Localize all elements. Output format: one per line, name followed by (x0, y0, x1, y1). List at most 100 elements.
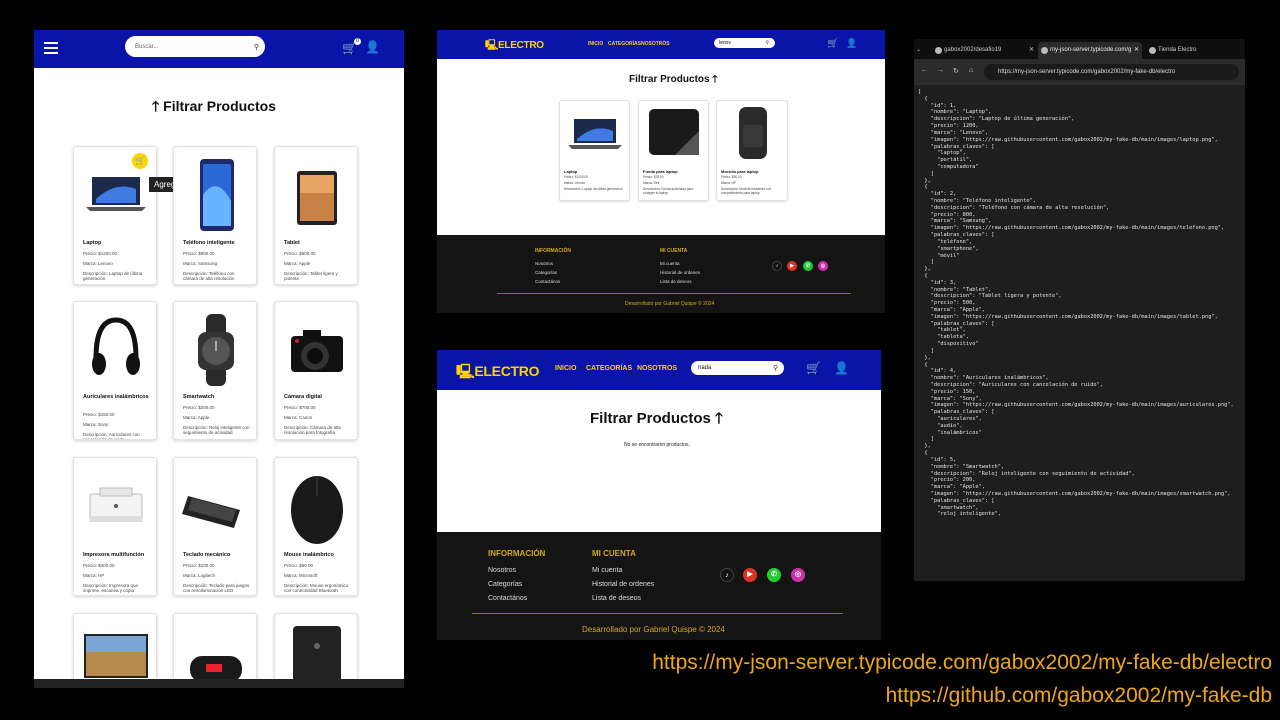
home-icon[interactable]: ⌂ (969, 67, 973, 74)
logo-icon: 🖳 (456, 363, 475, 379)
product-price: Precio: $500.00 (284, 251, 316, 256)
desktop-no-results-screenshot: 🖳ELECTRO INICIO CATEGORÍAS NOSOTROS nada… (437, 350, 881, 640)
nav-link-categorias[interactable]: CATEGORÍAS (608, 41, 641, 47)
footer-link-contactanos[interactable]: Contactános (488, 595, 527, 602)
product-price: Precio: $50.00 (721, 175, 742, 179)
search-input[interactable]: Buscar... ⚲ (125, 36, 265, 57)
search-icon[interactable]: ⚲ (773, 364, 778, 372)
product-card: 🛒 Laptop Precio: $1200.00 Marca: Lenovo … (73, 146, 157, 285)
backpack-image (739, 107, 767, 159)
search-value: lenov (719, 40, 731, 46)
github-repo-link[interactable]: https://github.com/gabox2002/my-fake-db (886, 684, 1272, 708)
footer-divider (497, 293, 851, 294)
product-description: Descripción: Impresora que imprime, esca… (83, 583, 139, 593)
footer-link-categorias[interactable]: Categorías (488, 581, 522, 588)
filter-products-title[interactable]: Filtrar Productos 🡑 (629, 72, 718, 89)
product-card: Mochila para laptop Precio: $50.00 Marca… (716, 100, 788, 201)
monitor-image (84, 634, 148, 678)
footer-link-deseos[interactable]: Lista de deseos (592, 595, 641, 602)
product-name: Laptop (83, 240, 102, 246)
footer-link-nosotros[interactable]: Nosotros (535, 261, 553, 266)
logo-text: ELECTRO (498, 40, 544, 51)
desktop-search-results-screenshot: 🖳ELECTRO INICIO CATEGORÍAS NOSOTROS leno… (437, 30, 885, 313)
product-price: Precio: $100.00 (183, 563, 215, 568)
footer-link-categorias[interactable]: Categorías (535, 270, 557, 275)
browser-tab-bar: ⌄ gabox2002/desafio19 ✕ my-json-server.ty… (914, 39, 1245, 59)
brand-logo[interactable]: 🖳ELECTRO (485, 38, 544, 55)
product-brand: Marca: Canon (284, 415, 313, 420)
product-price: Precio: $25.00 (643, 175, 664, 179)
instagram-icon[interactable]: ◎ (791, 568, 805, 582)
product-brand: Marca: HP (721, 181, 737, 185)
reload-icon[interactable]: ↻ (953, 67, 959, 75)
footer-link-contactanos[interactable]: Contactános (535, 279, 560, 284)
tablet-image (297, 171, 337, 225)
cart-icon[interactable]: 🛒 0 (342, 38, 361, 55)
product-brand: Marca: Apple (183, 415, 210, 420)
search-input[interactable]: nada ⚲ (691, 361, 784, 375)
close-tab-icon[interactable]: ✕ (1029, 42, 1034, 59)
globe-icon (1149, 47, 1156, 54)
tab-github[interactable]: gabox2002/desafio19 ✕ (932, 42, 1037, 59)
youtube-icon[interactable]: ▶ (787, 261, 797, 271)
tab-label: gabox2002/desafio19 (944, 47, 1002, 53)
product-name: Mouse inalámbrico (284, 552, 334, 558)
footer-link-mi-cuenta[interactable]: Mi cuenta (592, 567, 622, 574)
json-server-link[interactable]: https://my-json-server.typicode.com/gabo… (652, 651, 1272, 675)
filter-products-title[interactable]: Filtrar Productos 🡑 (590, 408, 723, 433)
instagram-icon[interactable]: ◎ (818, 261, 828, 271)
search-input[interactable]: lenov ⚲ (714, 38, 775, 48)
product-brand: Marca: Dell (643, 181, 660, 185)
product-card: Mouse inalámbrico Precio: $50.00 Marca: … (274, 457, 358, 596)
nav-link-inicio[interactable]: INICIO (555, 365, 576, 372)
product-card (73, 613, 157, 688)
product-description: Descripción: Teléfono con cámara de alta… (183, 271, 235, 281)
youtube-icon[interactable]: ▶ (743, 568, 757, 582)
product-brand: Marca: Apple (284, 261, 311, 266)
site-footer: INFORMACIÓN Nosotros Categorías Contactá… (437, 532, 881, 640)
browser-address-bar: ← → ↻ ⌂ https://my-json-server.typicode.… (914, 59, 1245, 85)
whatsapp-icon[interactable]: ✆ (803, 261, 813, 271)
footer-link-deseos[interactable]: Lista de deseos (660, 279, 692, 284)
user-icon[interactable]: 👤 (846, 38, 857, 49)
cart-icon[interactable]: 🛒 (827, 38, 838, 49)
url-input[interactable]: https://my-json-server.typicode.com/gabo… (984, 64, 1239, 80)
cart-icon[interactable]: 🛒 (806, 361, 821, 375)
search-placeholder: Buscar... (135, 43, 159, 50)
user-icon[interactable]: 👤 (834, 361, 849, 375)
mobile-store-screenshot: Buscar... ⚲ 🛒 0 👤 🡑 Filtrar Productos 🛒 L… (34, 30, 404, 688)
product-price: Precio: $200.00 (183, 405, 215, 410)
footer-link-mi-cuenta[interactable]: Mi cuenta (660, 261, 680, 266)
close-tab-icon[interactable]: ✕ (1134, 42, 1139, 59)
user-icon[interactable]: 👤 (365, 40, 380, 54)
footer-link-historial[interactable]: Historial de ordenes (592, 581, 654, 588)
whatsapp-icon[interactable]: ✆ (767, 568, 781, 582)
nav-link-nosotros[interactable]: NOSOTROS (637, 365, 677, 372)
nav-link-categorias[interactable]: CATEGORÍAS (586, 365, 632, 372)
tab-tienda-electro[interactable]: Tienda Electro (1146, 42, 1242, 59)
tiktok-icon[interactable]: ♪ (720, 568, 734, 582)
footer-copyright: Desarrollado por Gabriel Quispe © 2024 (582, 625, 725, 634)
product-price: Precio: $50.00 (284, 563, 314, 568)
mouse-image (291, 476, 343, 544)
hamburger-menu-icon[interactable] (44, 42, 58, 54)
back-icon[interactable]: ← (921, 67, 928, 74)
hard-drive-image (293, 626, 341, 682)
brand-logo[interactable]: 🖳ELECTRO (456, 361, 539, 385)
forward-icon[interactable]: → (937, 67, 944, 74)
product-price: Precio: $800.00 (183, 251, 215, 256)
product-price: Precio: $150.00 (83, 412, 115, 417)
nav-link-nosotros[interactable]: NOSOTROS (641, 41, 670, 47)
tab-list-button[interactable]: ⌄ (916, 42, 924, 59)
footer-link-nosotros[interactable]: Nosotros (488, 567, 516, 574)
search-icon[interactable]: ⚲ (254, 43, 259, 51)
tab-json-server[interactable]: my-json-server.typicode.com/g ✕ (1038, 42, 1142, 59)
tab-label: my-json-server.typicode.com/g (1050, 47, 1132, 53)
footer-link-historial[interactable]: Historial de ordenes (660, 270, 700, 275)
add-to-cart-button[interactable]: 🛒 (132, 153, 148, 169)
nav-link-inicio[interactable]: INICIO (588, 41, 603, 47)
tiktok-icon[interactable]: ♪ (772, 261, 782, 271)
filter-products-title[interactable]: 🡑 Filtrar Productos (152, 96, 276, 120)
product-brand: Marca: Lenovo (83, 261, 113, 266)
search-icon[interactable]: ⚲ (765, 40, 769, 46)
